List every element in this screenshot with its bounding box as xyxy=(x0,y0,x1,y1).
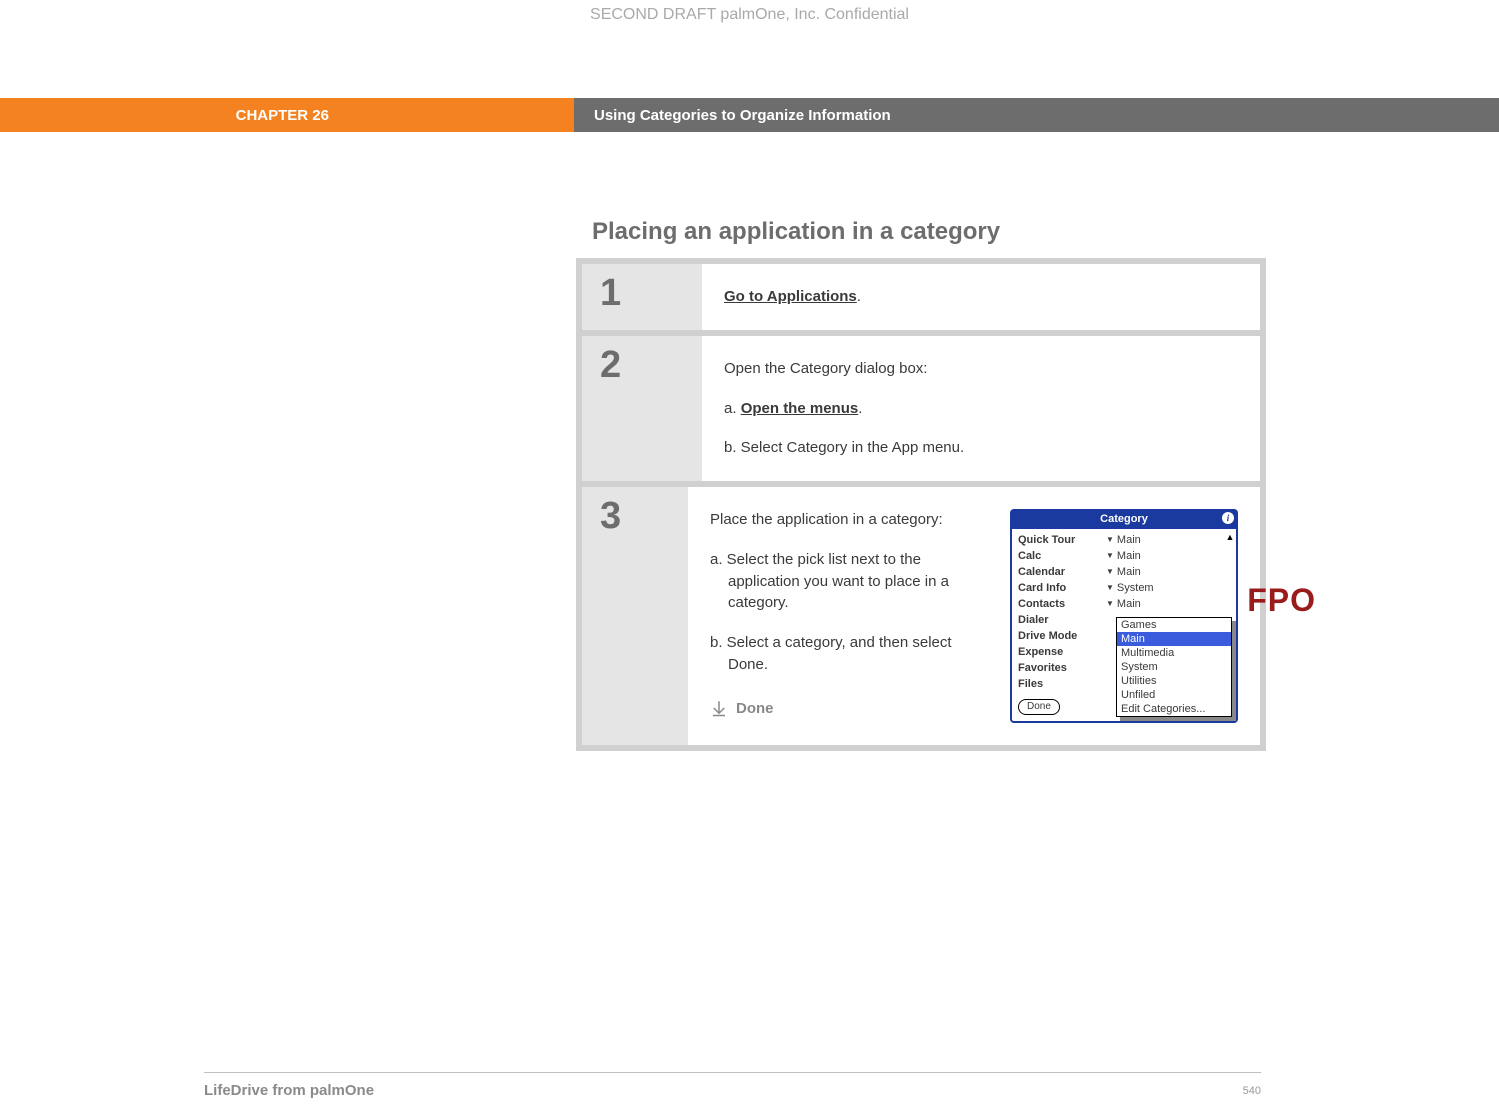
category-value: Main xyxy=(1117,532,1141,548)
step-body: Place the application in a category: a. … xyxy=(688,487,1260,745)
dropdown-item-selected[interactable]: Main xyxy=(1117,632,1231,646)
dialog-body: Quick Tour Calc Calendar Card Info Conta… xyxy=(1012,529,1236,695)
dropdown-icon: ▼ xyxy=(1106,532,1114,548)
down-arrow-icon xyxy=(710,699,728,717)
app-name: Quick Tour xyxy=(1018,532,1106,548)
app-name: Expense xyxy=(1018,644,1106,660)
category-value: Main xyxy=(1117,564,1141,580)
dialog-title-text: Category xyxy=(1100,513,1148,525)
done-marker: Done xyxy=(710,698,990,720)
app-name: Dialer xyxy=(1018,612,1106,628)
category-value: Main xyxy=(1117,548,1141,564)
step-1: 1 Go to Applications. xyxy=(582,264,1260,330)
step-number: 2 xyxy=(600,344,702,387)
confidential-header: SECOND DRAFT palmOne, Inc. Confidential xyxy=(0,6,1499,24)
dropdown-icon: ▼ xyxy=(1106,548,1114,564)
category-dialog: Category i Quick Tour Calc Calendar Card… xyxy=(1010,509,1238,723)
app-name: Calendar xyxy=(1018,564,1106,580)
category-picklist[interactable]: ▼Main xyxy=(1106,596,1234,612)
dropdown-item[interactable]: Games xyxy=(1117,618,1231,632)
dialog-title: Category i xyxy=(1012,511,1236,529)
dropdown-item[interactable]: System xyxy=(1117,660,1231,674)
app-name: Contacts xyxy=(1018,596,1106,612)
period: . xyxy=(858,400,862,417)
step-intro: Place the application in a category: xyxy=(710,509,990,531)
category-picklist[interactable]: ▼Main xyxy=(1106,548,1234,564)
scroll-up-icon: ▲ xyxy=(1226,533,1235,542)
header-bar: CHAPTER 26 Using Categories to Organize … xyxy=(0,98,1499,132)
app-column: Quick Tour Calc Calendar Card Info Conta… xyxy=(1018,532,1106,692)
substep-a: a. Open the menus. xyxy=(724,398,1238,420)
step-number: 3 xyxy=(600,495,688,538)
dropdown-icon: ▼ xyxy=(1106,580,1114,596)
dropdown-item[interactable]: Unfiled xyxy=(1117,688,1231,702)
category-dropdown[interactable]: Games Main Multimedia System Utilities U… xyxy=(1116,617,1232,717)
category-picklist[interactable]: ▼Main xyxy=(1106,532,1234,548)
info-icon[interactable]: i xyxy=(1222,512,1234,524)
dropdown-item[interactable]: Multimedia xyxy=(1117,646,1231,660)
app-name: Favorites xyxy=(1018,660,1106,676)
category-picklist[interactable]: ▼Main xyxy=(1106,564,1234,580)
app-name: Calc xyxy=(1018,548,1106,564)
fpo-label: FPO xyxy=(1247,577,1316,623)
dropdown-item[interactable]: Edit Categories... xyxy=(1117,702,1231,716)
footer-rule xyxy=(204,1072,1261,1073)
app-name: Drive Mode xyxy=(1018,628,1106,644)
chapter-label: CHAPTER 26 xyxy=(0,98,574,132)
step-number: 1 xyxy=(600,272,702,315)
substep-b: b. Select Category in the App menu. xyxy=(724,437,1238,459)
step-text-column: Place the application in a category: a. … xyxy=(710,509,990,719)
substep-prefix: a. xyxy=(724,400,741,417)
category-value: Main xyxy=(1117,596,1141,612)
step-number-cell: 2 xyxy=(582,336,702,481)
dropdown-item[interactable]: Utilities xyxy=(1117,674,1231,688)
period: . xyxy=(857,288,861,305)
done-button[interactable]: Done xyxy=(1018,699,1060,715)
substep-a: a. Select the pick list next to the appl… xyxy=(710,549,990,614)
dropdown-icon: ▼ xyxy=(1106,564,1114,580)
steps-container: 1 Go to Applications. 2 Open the Categor… xyxy=(576,258,1266,751)
go-to-applications-link[interactable]: Go to Applications xyxy=(724,288,857,305)
section-title: Placing an application in a category xyxy=(592,218,1000,246)
open-the-menus-link[interactable]: Open the menus xyxy=(741,400,859,417)
step-2: 2 Open the Category dialog box: a. Open … xyxy=(582,336,1260,481)
chapter-title: Using Categories to Organize Information xyxy=(574,98,1499,132)
done-label: Done xyxy=(736,698,774,720)
step-intro: Open the Category dialog box: xyxy=(724,358,1238,380)
category-picklist[interactable]: ▼System xyxy=(1106,580,1234,596)
substep-b: b. Select a category, and then select Do… xyxy=(710,632,990,676)
app-name: Files xyxy=(1018,676,1106,692)
footer-product: LifeDrive from palmOne xyxy=(204,1082,374,1099)
step-number-cell: 1 xyxy=(582,264,702,330)
category-value: System xyxy=(1117,580,1154,596)
step-3: 3 Place the application in a category: a… xyxy=(582,487,1260,745)
page-number: 540 xyxy=(1243,1085,1261,1097)
app-name: Card Info xyxy=(1018,580,1106,596)
step-body: Open the Category dialog box: a. Open th… xyxy=(702,336,1260,481)
dropdown-icon: ▼ xyxy=(1106,596,1114,612)
step-body: Go to Applications. xyxy=(702,264,1260,330)
palm-screenshot: FPO Category i Quick Tour Calc Calendar … xyxy=(1010,509,1238,723)
step-number-cell: 3 xyxy=(582,487,688,745)
